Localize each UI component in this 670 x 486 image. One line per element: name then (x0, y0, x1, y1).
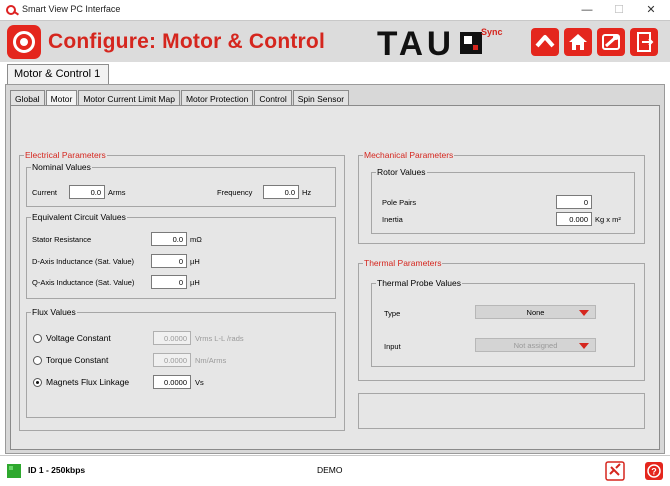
stator-resistance-input[interactable]: 0.0 (151, 232, 187, 246)
nominal-values-legend: Nominal Values (31, 162, 92, 172)
torque-constant-radio[interactable] (33, 356, 42, 365)
q-axis-inductance-label: Q-Axis Inductance (Sat. Value) (32, 278, 135, 287)
home-button[interactable] (564, 28, 592, 56)
home-icon (569, 34, 587, 50)
rotor-values-legend: Rotor Values (376, 167, 427, 177)
electrical-parameters-legend: Electrical Parameters (24, 150, 107, 160)
minimize-button[interactable]: — (574, 2, 600, 18)
torque-constant-label[interactable]: Torque Constant (46, 355, 108, 365)
frequency-unit: Hz (302, 188, 312, 197)
torque-constant-input: 0.0000 (153, 353, 191, 367)
mode-label: DEMO (317, 465, 343, 475)
inertia-unit: Kg x m² (595, 215, 621, 224)
empty-group (358, 393, 645, 429)
tab-motor-protection[interactable]: Motor Protection (180, 90, 254, 106)
window-titlebar: Smart View PC Interface — ☐ ✕ (0, 0, 670, 20)
thermal-parameters-group: Thermal Parameters Thermal Probe Values … (358, 258, 645, 381)
pole-pairs-input[interactable]: 0 (556, 195, 592, 209)
thermal-parameters-legend: Thermal Parameters (363, 258, 443, 268)
voltage-constant-unit: Vrms L-L /rads (195, 334, 244, 343)
q-axis-inductance-input[interactable]: 0 (151, 275, 187, 289)
current-label: Current (32, 188, 58, 197)
voltage-constant-input: 0.0000 (153, 331, 191, 345)
frequency-input[interactable]: 0.0 (263, 185, 299, 199)
stator-resistance-label: Stator Resistance (32, 235, 92, 244)
status-bar: ID 1 - 250kbps DEMO ? (0, 455, 670, 486)
svg-text:?: ? (651, 467, 657, 477)
brand-suffix: Sync (481, 27, 503, 37)
app-icon (6, 5, 16, 15)
electrical-parameters-group: Electrical Parameters Nominal Values Cur… (19, 150, 345, 431)
magnets-flux-linkage-radio[interactable] (33, 378, 42, 387)
current-unit: Arms (108, 188, 126, 197)
current-input[interactable]: 0.0 (69, 185, 105, 199)
thermal-probe-values-legend: Thermal Probe Values (376, 278, 462, 288)
equivalent-circuit-group: Equivalent Circuit Values Stator Resista… (26, 212, 336, 299)
disconnect-icon[interactable] (605, 461, 625, 481)
torque-constant-unit: Nm/Arms (195, 356, 227, 365)
thermal-probe-values-group: Thermal Probe Values Type None Input Not… (371, 278, 635, 367)
q-axis-inductance-unit: µH (190, 278, 200, 287)
flux-values-group: Flux Values Voltage Constant 0.0000 Vrms… (26, 307, 336, 418)
connection-status-icon (7, 464, 21, 478)
logo-icon (7, 25, 41, 59)
probe-input-select: Not assigned (475, 338, 596, 352)
magnets-flux-linkage-label[interactable]: Magnets Flux Linkage (46, 377, 129, 387)
voltage-constant-label[interactable]: Voltage Constant (46, 333, 111, 343)
equivalent-circuit-legend: Equivalent Circuit Values (31, 212, 127, 222)
tab-motor-control-1[interactable]: Motor & Control 1 (7, 64, 109, 85)
inertia-input[interactable]: 0.000 (556, 212, 592, 226)
up-button[interactable] (531, 28, 559, 56)
flux-values-legend: Flux Values (31, 307, 77, 317)
tab-control[interactable]: Control (254, 90, 292, 106)
probe-type-select[interactable]: None (475, 305, 596, 319)
tab-content: Electrical Parameters Nominal Values Cur… (10, 105, 660, 450)
probe-input-value: Not assigned (513, 341, 558, 350)
wrench-icon (602, 34, 620, 50)
voltage-constant-radio[interactable] (33, 334, 42, 343)
probe-type-value: None (526, 308, 545, 317)
tab-motor-current-limit-map[interactable]: Motor Current Limit Map (78, 90, 180, 106)
maximize-button[interactable]: ☐ (606, 2, 632, 18)
magnets-flux-linkage-unit: Vs (195, 378, 204, 387)
tab-global[interactable]: Global (10, 90, 45, 106)
d-axis-inductance-unit: µH (190, 257, 200, 266)
dropdown-arrow-icon (579, 343, 589, 349)
frequency-label: Frequency (217, 188, 253, 197)
pole-pairs-label: Pole Pairs (382, 198, 417, 207)
stator-resistance-unit: mΩ (190, 235, 202, 244)
sub-tabs: Global Motor Motor Current Limit Map Mot… (10, 90, 350, 107)
dropdown-arrow-icon (579, 310, 589, 316)
app-header: Configure: Motor & Control TAU Sync (0, 20, 670, 62)
brand-logo-text: TAU (377, 28, 455, 58)
page-title: Configure: Motor & Control (48, 30, 325, 53)
close-button[interactable]: ✕ (638, 2, 664, 18)
magnets-flux-linkage-input[interactable]: 0.0000 (153, 375, 191, 389)
tab-spin-sensor[interactable]: Spin Sensor (292, 90, 350, 106)
exit-icon (637, 32, 654, 52)
help-icon[interactable]: ? (644, 461, 664, 481)
window-title: Smart View PC Interface (22, 4, 121, 14)
mechanical-parameters-group: Mechanical Parameters Rotor Values Pole … (358, 150, 645, 244)
connection-id: ID 1 - 250kbps (28, 465, 86, 475)
rotor-values-group: Rotor Values Pole Pairs 0 Inertia 0.000 … (371, 167, 635, 234)
probe-type-label: Type (384, 309, 401, 318)
inertia-label: Inertia (382, 215, 403, 224)
nominal-values-group: Nominal Values Current 0.0 Arms Frequenc… (26, 162, 336, 207)
up-arrow-icon (535, 35, 555, 48)
mechanical-parameters-legend: Mechanical Parameters (363, 150, 455, 160)
tools-button[interactable] (597, 28, 625, 56)
exit-button[interactable] (630, 28, 658, 56)
d-axis-inductance-label: D-Axis Inductance (Sat. Value) (32, 257, 134, 266)
d-axis-inductance-input[interactable]: 0 (151, 254, 187, 268)
probe-input-label: Input (384, 342, 401, 351)
